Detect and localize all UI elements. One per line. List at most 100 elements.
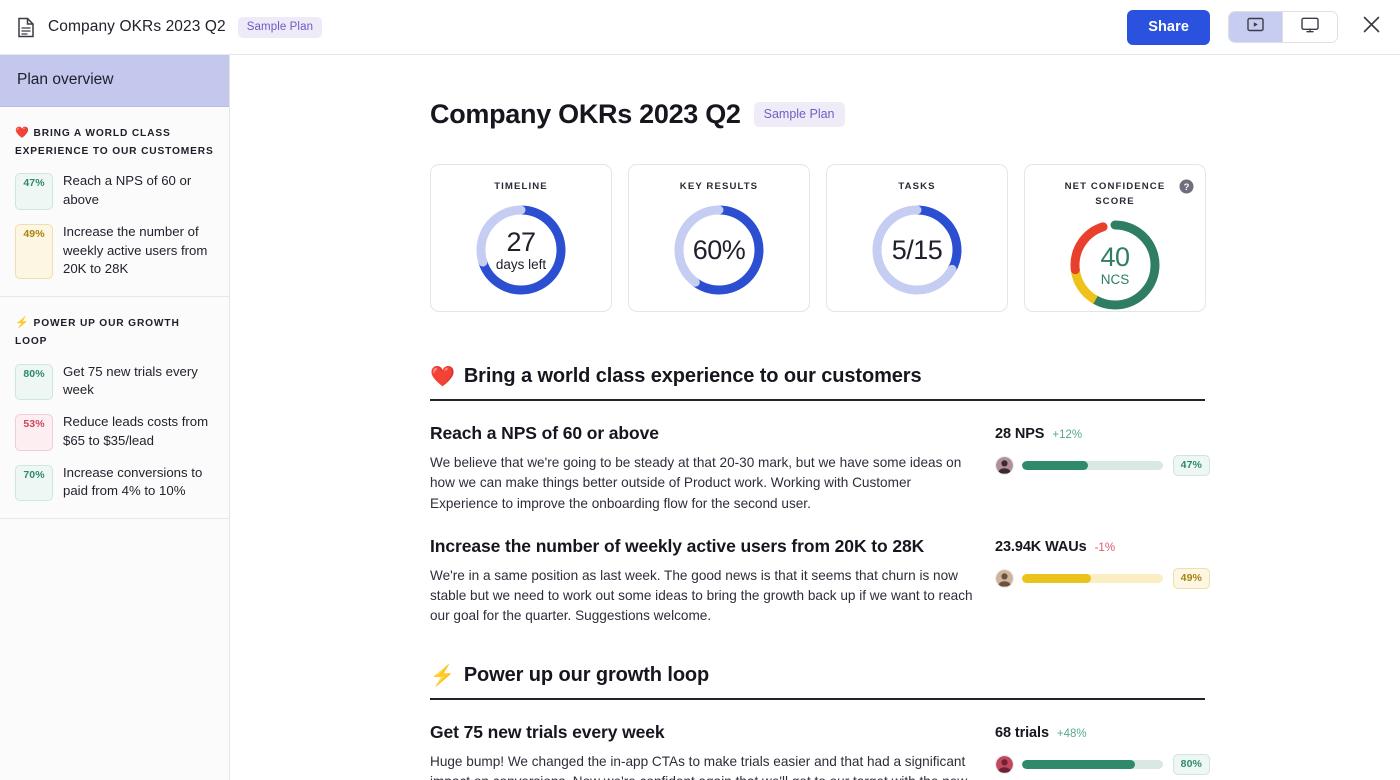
progress-fill xyxy=(1022,573,1091,583)
avatar[interactable] xyxy=(995,456,1014,475)
stat-card-donut: 40 NCS xyxy=(1067,217,1163,313)
stat-card: NET CONFIDENCE SCORE? 40 NCS xyxy=(1024,164,1206,312)
sidebar-progress-badge: 47% xyxy=(15,173,53,210)
close-button[interactable] xyxy=(1358,14,1384,40)
objective-emoji-icon: ❤️ xyxy=(430,366,455,388)
sidebar-item-label: Increase conversions to paid from 4% to … xyxy=(63,464,203,499)
monitor-icon xyxy=(1301,17,1319,38)
progress-bar-row: 80% xyxy=(995,753,1210,775)
progress-fill xyxy=(1022,461,1089,470)
stat-card-donut: 60% xyxy=(671,202,767,298)
stat-card-title: KEY RESULTS xyxy=(679,181,759,192)
stat-card-value-group: 40 NCS xyxy=(1067,217,1163,313)
metric-value: 68 trials xyxy=(995,724,1049,741)
sidebar-section-title: ❤️ BRING A WORLD CLASS EXPERIENCE TO OUR … xyxy=(15,127,214,157)
sidebar-progress-badge: 53% xyxy=(15,414,53,451)
sidebar: Plan overview ❤️ BRING A WORLD CLASS EXPE… xyxy=(0,55,230,780)
sidebar-progress-badge: 70% xyxy=(15,464,53,501)
sidebar-item-key-result[interactable]: 80% Get 75 new trials every week xyxy=(15,363,214,401)
progress-bar-row: 49% xyxy=(995,567,1210,589)
sidebar-item-label: Get 75 new trials every week xyxy=(63,363,198,398)
view-mode-toggle[interactable] xyxy=(1228,11,1338,43)
topbar-actions: Share xyxy=(1127,9,1384,45)
sidebar-plan-overview[interactable]: Plan overview xyxy=(0,55,229,107)
stat-card-value-group: 27 days left xyxy=(473,202,569,298)
close-icon xyxy=(1362,15,1381,39)
metric-row: 68 trials +48% xyxy=(995,725,1210,741)
sidebar-item-key-result[interactable]: 49% Increase the number of weekly active … xyxy=(15,223,214,280)
progress-badge: 47% xyxy=(1172,455,1210,476)
monitor-icon-button[interactable] xyxy=(1283,12,1337,42)
sample-plan-badge: Sample Plan xyxy=(237,16,323,38)
key-result-description: Huge bump! We changed the in-app CTAs to… xyxy=(430,753,967,780)
key-result-text: Get 75 new trials every week Huge bump! W… xyxy=(430,722,975,780)
sidebar-section: ❤️ BRING A WORLD CLASS EXPERIENCE TO OUR … xyxy=(0,107,229,298)
stat-card: TIMELINE 27 days left xyxy=(430,164,612,312)
progress-fill xyxy=(1022,759,1135,769)
key-result-metrics: 68 trials +48% 80% xyxy=(995,722,1210,780)
main-content: Company OKRs 2023 Q2 Sample Plan TIMELIN… xyxy=(230,55,1400,780)
progress-track xyxy=(1022,573,1163,583)
sidebar-item-key-result[interactable]: 53% Reduce leads costs from $65 to $35/le… xyxy=(15,413,214,451)
key-result-title[interactable]: Reach a NPS of 60 or above xyxy=(430,423,975,444)
presentation-icon xyxy=(1247,17,1264,37)
metric-delta: -1% xyxy=(1094,541,1116,554)
avatar[interactable] xyxy=(995,754,1014,774)
top-bar: Company OKRs 2023 Q2 Sample Plan Share xyxy=(0,0,1400,55)
progress-track xyxy=(1022,759,1163,769)
sidebar-item-label: Reach a NPS of 60 or above xyxy=(63,173,192,208)
metric-value: 23.94K WAUs xyxy=(995,538,1087,555)
metric-row: 28 NPS +12% xyxy=(995,426,1210,442)
stat-card-value: 60% xyxy=(692,234,746,265)
key-result-text: Increase the number of weekly active use… xyxy=(430,536,975,627)
progress-badge: 49% xyxy=(1172,567,1210,589)
objective-emoji-icon: ❤️ xyxy=(15,127,30,139)
key-result-title[interactable]: Increase the number of weekly active use… xyxy=(430,536,975,557)
objective-heading-text: Power up our growth loop xyxy=(463,663,710,686)
key-result-description: We believe that we're going to be steady… xyxy=(430,455,962,511)
stat-card-value: 5/15 xyxy=(891,234,943,265)
stat-card-value: 40 xyxy=(1100,241,1130,272)
share-button[interactable]: Share xyxy=(1127,9,1210,45)
stat-card-subvalue: days left xyxy=(495,257,547,273)
objective-emoji-icon: ⚡ xyxy=(15,317,30,330)
avatar[interactable] xyxy=(995,568,1014,588)
objective-emoji-icon: ⚡ xyxy=(430,664,455,687)
svg-text:?: ? xyxy=(1184,182,1190,193)
key-result-row: Get 75 new trials every week Huge bump! W… xyxy=(430,722,1220,780)
stat-card-title: NET CONFIDENCE SCORE xyxy=(1064,181,1166,207)
stat-card-value-group: 60% xyxy=(671,202,767,298)
progress-badge: 80% xyxy=(1172,753,1210,775)
metric-row: 23.94K WAUs -1% xyxy=(995,539,1210,555)
progress-bar-row: 47% xyxy=(995,455,1210,476)
metric-delta: +12% xyxy=(1052,429,1083,441)
presentation-icon-button[interactable] xyxy=(1229,12,1283,42)
sidebar-item-key-result[interactable]: 47% Reach a NPS of 60 or above xyxy=(15,172,214,210)
key-result-row: Increase the number of weekly active use… xyxy=(430,536,1220,627)
stat-card-title: TIMELINE xyxy=(494,181,548,192)
topbar-title: Company OKRs 2023 Q2 xyxy=(48,18,226,35)
metric-value: 28 NPS xyxy=(995,426,1045,442)
objective-heading-text: Bring a world class experience to our cu… xyxy=(463,365,922,387)
key-result-description: We're in a same position as last week. T… xyxy=(430,567,973,624)
sidebar-item-key-result[interactable]: 70% Increase conversions to paid from 4% … xyxy=(15,464,214,501)
metric-delta: +48% xyxy=(1056,727,1087,740)
sidebar-item-label: Increase the number of weekly active use… xyxy=(63,223,208,277)
stat-card-title: TASKS xyxy=(898,181,936,192)
sidebar-progress-badge: 49% xyxy=(15,223,53,280)
stat-card-donut: 5/15 xyxy=(869,202,965,298)
stat-card: KEY RESULTS 60% xyxy=(628,164,810,312)
help-icon[interactable]: ? xyxy=(1179,179,1194,194)
sidebar-section-title: ⚡ POWER UP OUR GROWTH LOOP xyxy=(15,317,180,348)
document-icon xyxy=(17,17,35,38)
key-result-text: Reach a NPS of 60 or above We believe tha… xyxy=(430,423,975,514)
key-result-title[interactable]: Get 75 new trials every week xyxy=(430,722,975,743)
stat-card: TASKS 5/15 xyxy=(826,164,1008,312)
stat-card-value: 27 xyxy=(506,226,536,257)
key-result-row: Reach a NPS of 60 or above We believe tha… xyxy=(430,423,1220,514)
stat-card-subvalue: NCS xyxy=(1100,271,1130,287)
progress-track xyxy=(1022,461,1163,470)
stat-card-donut: 27 days left xyxy=(473,202,569,298)
key-result-metrics: 23.94K WAUs -1% 49% xyxy=(995,536,1210,627)
